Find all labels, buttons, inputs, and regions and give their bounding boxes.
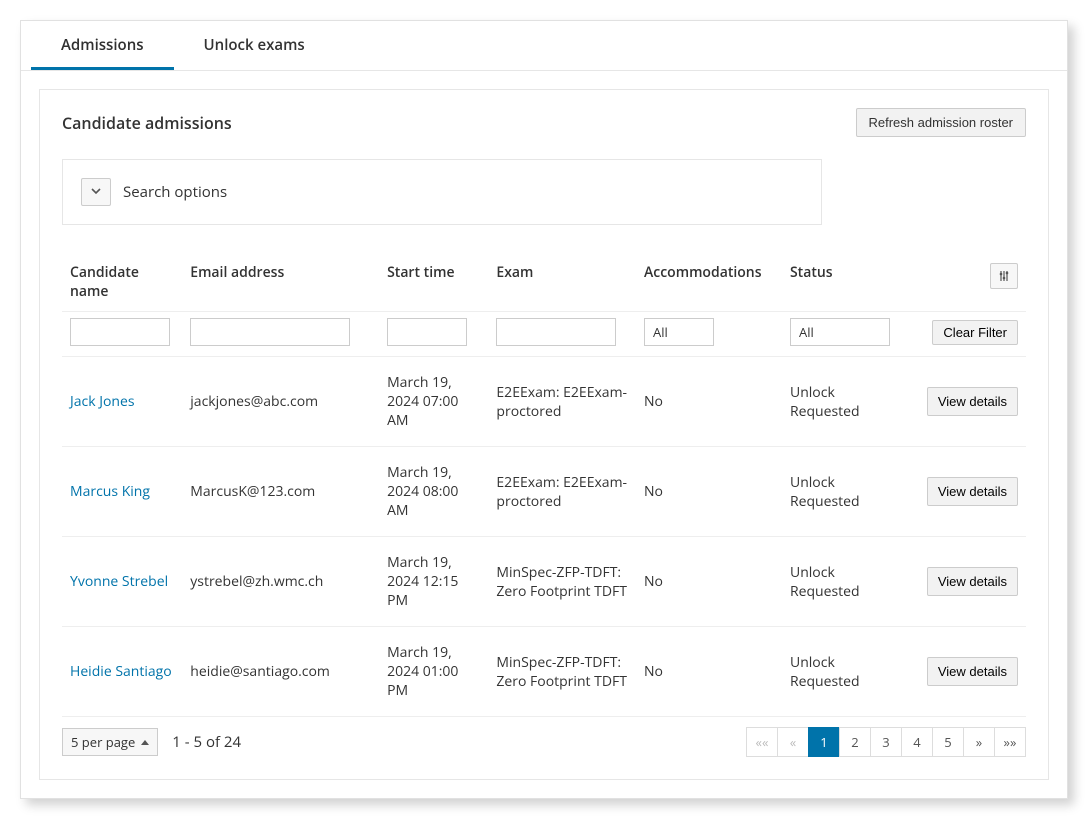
panel-header: Candidate admissions Refresh admission r… — [62, 108, 1026, 137]
table-row: Marcus King MarcusK@123.com March 19, 20… — [62, 447, 1026, 537]
page-2[interactable]: 2 — [839, 727, 871, 757]
page-5[interactable]: 5 — [932, 727, 964, 757]
cell-start: March 19, 2024 07:00 AM — [379, 357, 488, 447]
filter-start-time[interactable] — [387, 318, 467, 346]
page-next[interactable]: » — [963, 727, 995, 757]
table-row: Yvonne Strebel ystrebel@zh.wmc.ch March … — [62, 537, 1026, 627]
view-details-button[interactable]: View details — [927, 567, 1018, 596]
pagination: «« « 1 2 3 4 5 » »» — [747, 727, 1026, 757]
tabs: Admissions Unlock exams — [21, 21, 1067, 71]
app-card: Admissions Unlock exams Candidate admiss… — [20, 20, 1068, 799]
col-email[interactable]: Email address — [182, 255, 379, 312]
chevron-down-icon — [90, 183, 102, 202]
filter-exam[interactable] — [496, 318, 616, 346]
view-details-button[interactable]: View details — [927, 387, 1018, 416]
cell-email: heidie@santiago.com — [182, 627, 379, 717]
col-status[interactable]: Status — [782, 255, 909, 312]
cell-name[interactable]: Jack Jones — [62, 357, 182, 447]
cell-accom: No — [636, 537, 782, 627]
col-settings-header — [909, 255, 1026, 312]
clear-filter-button[interactable]: Clear Filter — [932, 320, 1018, 345]
column-settings-button[interactable] — [990, 263, 1018, 289]
cell-email: MarcusK@123.com — [182, 447, 379, 537]
cell-status: Unlock Requested — [782, 627, 909, 717]
sliders-icon — [998, 270, 1010, 282]
cell-exam: E2EExam: E2EExam-proctored — [488, 357, 636, 447]
cell-name[interactable]: Heidie Santiago — [62, 627, 182, 717]
filter-email[interactable] — [190, 318, 350, 346]
caret-up-icon — [141, 740, 149, 745]
page-prev[interactable]: « — [777, 727, 809, 757]
search-options-toggle[interactable] — [81, 178, 111, 206]
search-options: Search options — [62, 159, 822, 225]
col-accommodations[interactable]: Accommodations — [636, 255, 782, 312]
page-3[interactable]: 3 — [870, 727, 902, 757]
admissions-table: Candidate name Email address Start time … — [62, 255, 1026, 717]
cell-exam: MinSpec-ZFP-TDFT: Zero Footprint TDFT — [488, 627, 636, 717]
cell-status: Unlock Requested — [782, 537, 909, 627]
cell-accom: No — [636, 357, 782, 447]
search-options-label: Search options — [123, 182, 227, 202]
header-row: Candidate name Email address Start time … — [62, 255, 1026, 312]
cell-name[interactable]: Yvonne Strebel — [62, 537, 182, 627]
filter-row: All All Clear Filter — [62, 312, 1026, 357]
per-page-selector[interactable]: 5 per page — [62, 728, 158, 756]
cell-exam: MinSpec-ZFP-TDFT: Zero Footprint TDFT — [488, 537, 636, 627]
cell-name[interactable]: Marcus King — [62, 447, 182, 537]
col-start-time[interactable]: Start time — [379, 255, 488, 312]
filter-accommodations[interactable]: All — [644, 318, 714, 346]
table-row: Heidie Santiago heidie@santiago.com Marc… — [62, 627, 1026, 717]
per-page-label: 5 per page — [71, 733, 135, 751]
page-first[interactable]: «« — [746, 727, 778, 757]
filter-status[interactable]: All — [790, 318, 890, 346]
view-details-button[interactable]: View details — [927, 657, 1018, 686]
col-exam[interactable]: Exam — [488, 255, 636, 312]
cell-start: March 19, 2024 12:15 PM — [379, 537, 488, 627]
cell-start: March 19, 2024 01:00 PM — [379, 627, 488, 717]
range-text: 1 - 5 of 24 — [172, 732, 241, 752]
view-details-button[interactable]: View details — [927, 477, 1018, 506]
table-body: Jack Jones jackjones@abc.com March 19, 2… — [62, 357, 1026, 717]
refresh-roster-button[interactable]: Refresh admission roster — [856, 108, 1027, 137]
table-row: Jack Jones jackjones@abc.com March 19, 2… — [62, 357, 1026, 447]
cell-exam: E2EExam: E2EExam-proctored — [488, 447, 636, 537]
cell-email: jackjones@abc.com — [182, 357, 379, 447]
page-last[interactable]: »» — [994, 727, 1026, 757]
cell-accom: No — [636, 447, 782, 537]
tab-admissions[interactable]: Admissions — [31, 21, 174, 70]
page-1[interactable]: 1 — [808, 727, 840, 757]
table-footer: 5 per page 1 - 5 of 24 «« « 1 2 3 4 5 » … — [62, 727, 1026, 757]
cell-accom: No — [636, 627, 782, 717]
cell-status: Unlock Requested — [782, 357, 909, 447]
cell-status: Unlock Requested — [782, 447, 909, 537]
cell-email: ystrebel@zh.wmc.ch — [182, 537, 379, 627]
panel: Candidate admissions Refresh admission r… — [39, 89, 1049, 780]
tab-unlock-exams[interactable]: Unlock exams — [174, 21, 335, 70]
page-4[interactable]: 4 — [901, 727, 933, 757]
col-candidate-name[interactable]: Candidate name — [62, 255, 182, 312]
cell-start: March 19, 2024 08:00 AM — [379, 447, 488, 537]
filter-candidate-name[interactable] — [70, 318, 170, 346]
panel-title: Candidate admissions — [62, 112, 232, 134]
footer-left: 5 per page 1 - 5 of 24 — [62, 728, 241, 756]
